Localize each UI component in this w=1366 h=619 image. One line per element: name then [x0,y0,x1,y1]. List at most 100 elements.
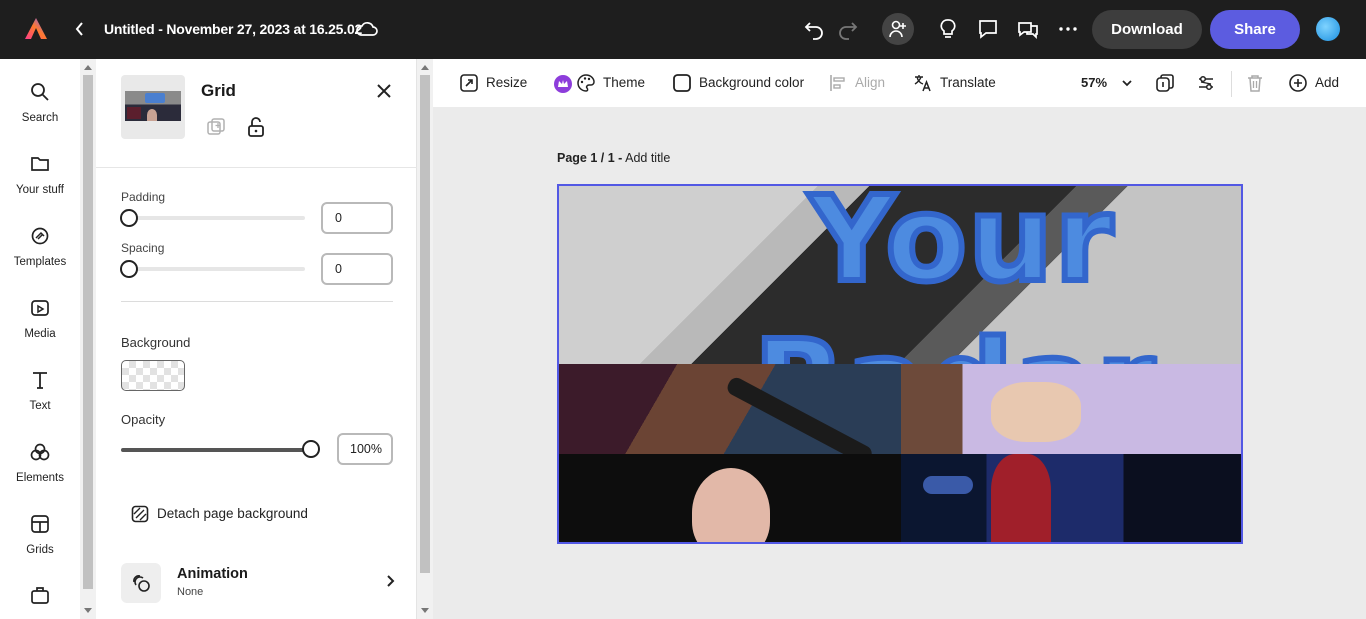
grid-cell-singer-mic[interactable] [559,364,901,454]
rail-item-your-stuff[interactable]: Your stuff [0,153,80,213]
opacity-label: Opacity [121,412,166,427]
back-icon[interactable] [72,19,88,39]
opacity-input[interactable]: 100% [337,433,393,465]
elements-icon [29,441,51,463]
theme-label: Theme [603,75,646,90]
add-title-link[interactable]: Add title [625,151,670,165]
align-button[interactable]: Align [828,73,898,95]
rail-label: Search [21,112,59,124]
chevron-right-icon[interactable] [384,573,396,589]
spacing-label: Spacing [121,241,165,255]
more-icon[interactable] [1056,17,1080,41]
scrollbar-thumb[interactable] [420,75,430,573]
rail-item-media[interactable]: Media [0,297,80,357]
templates-icon [29,225,51,247]
opacity-slider[interactable] [121,448,311,452]
spacing-slider-knob[interactable] [120,260,138,278]
padding-slider[interactable] [121,216,305,220]
grid-cell-man-portrait[interactable] [559,454,901,542]
padding-label: Padding [121,190,166,204]
scroll-down-icon[interactable] [421,608,429,613]
rail-item-grids[interactable]: Grids [0,513,80,573]
grid-cell-hands[interactable] [901,364,1241,454]
rail-label: Media [24,328,56,340]
delete-button[interactable] [1245,73,1265,95]
theme-button[interactable]: Theme [576,73,656,95]
premium-crown-icon [554,75,572,93]
plus-circle-icon [1289,74,1307,92]
grid-properties-panel: Grid Padding 0 Spacing 0 Background Opac… [96,59,417,619]
rail-item-text[interactable]: Text [0,369,80,429]
resize-icon [460,74,478,92]
background-color-swatch[interactable] [121,360,185,391]
chevron-down-icon[interactable] [1121,77,1133,89]
background-color-label: Background color [699,75,805,90]
align-icon [830,75,845,91]
spacing-slider[interactable] [121,267,305,271]
download-button[interactable]: Download [1092,10,1202,49]
background-photo[interactable]: Your Radar [559,186,1241,455]
lightbulb-icon[interactable] [936,17,960,41]
panel-scrollbar[interactable] [417,59,433,619]
grids-icon [29,513,51,535]
layers-button[interactable] [1155,73,1175,95]
grid-thumbnail [121,75,185,139]
rail-item-elements[interactable]: Elements [0,441,80,501]
grid-cell-woman-singer[interactable] [901,454,1241,542]
scroll-up-icon[interactable] [421,65,429,70]
folder-icon [29,153,51,175]
rail-label: Templates [13,256,67,268]
animation-icon [133,575,150,592]
add-ons-icon [29,585,51,607]
rail-item-templates[interactable]: Templates [0,225,80,285]
add-button[interactable]: Add [1288,73,1348,95]
rail-label: Grids [26,544,54,556]
left-rail: Search Your stuff Templates Media Text E… [0,59,80,619]
zoom-level[interactable]: 57% [1081,75,1107,90]
scroll-down-icon[interactable] [84,608,92,613]
background-label: Background [121,335,191,350]
translate-button[interactable]: Translate [913,73,1013,95]
page-label: Page 1 / 1 - Add title [557,151,670,165]
invite-collaborator-icon[interactable] [882,13,914,45]
undo-icon[interactable] [802,17,826,41]
canvas-toolbar: Resize Theme Background color Align Tran… [433,59,1366,107]
detach-label: Detach page background [157,506,308,521]
rail-label: Elements [16,472,64,484]
rail-item-add-ons[interactable] [0,585,80,619]
opacity-slider-knob[interactable] [302,440,320,458]
duplicate-icon[interactable] [207,118,225,136]
divider [96,167,417,168]
detach-icon [131,505,149,523]
resize-button[interactable]: Resize [459,73,579,95]
document-title[interactable]: Untitled - November 27, 2023 at 16.25.02 [104,21,362,37]
rail-item-search[interactable]: Search [0,81,80,141]
page-number: Page 1 / 1 - [557,151,623,165]
search-icon [29,81,51,103]
rail-scrollbar[interactable] [80,59,96,619]
spacing-input[interactable]: 0 [321,253,393,285]
padding-input[interactable]: 0 [321,202,393,234]
close-icon[interactable] [376,83,392,99]
arrange-button[interactable] [1196,73,1216,95]
animation-title[interactable]: Animation [177,566,248,582]
animation-icon-box[interactable] [121,563,161,603]
rail-label: Your stuff [16,184,64,196]
arrange-icon [1199,75,1213,91]
adobe-express-logo[interactable] [24,17,48,41]
background-color-button[interactable]: Background color [672,73,812,95]
unlock-icon[interactable] [247,117,265,137]
cloud-saved-icon[interactable] [355,19,379,39]
design-canvas[interactable]: Your Radar [557,184,1243,544]
comment-icon[interactable] [976,17,1000,41]
animation-value: None [177,586,204,598]
present-icon[interactable] [1016,17,1040,41]
scrollbar-thumb[interactable] [83,75,93,589]
scroll-up-icon[interactable] [84,65,92,70]
headline-text[interactable]: Your [806,186,1116,311]
padding-slider-knob[interactable] [120,209,138,227]
share-button[interactable]: Share [1210,10,1300,49]
profile-avatar[interactable] [1316,17,1340,41]
redo-icon[interactable] [836,17,860,41]
translate-label: Translate [940,75,996,90]
